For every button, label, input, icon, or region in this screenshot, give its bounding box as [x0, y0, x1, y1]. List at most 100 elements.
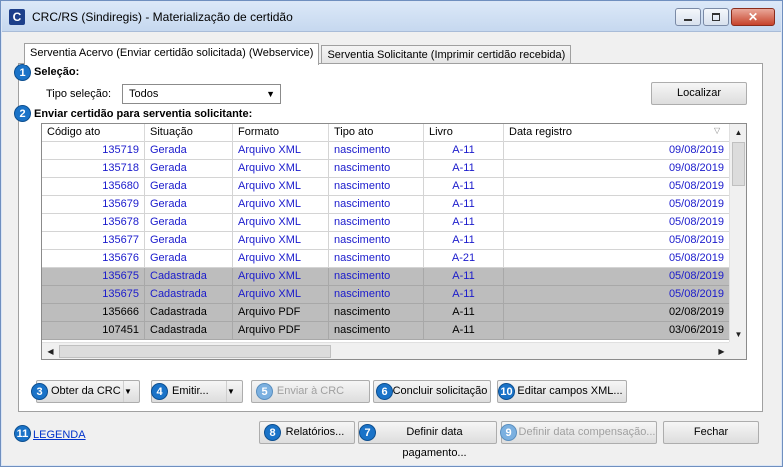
column-header[interactable]: Tipo ato: [329, 124, 424, 142]
column-header[interactable]: Livro: [424, 124, 504, 142]
cell-livro: A-11: [424, 196, 504, 214]
editar-campos-xml-button[interactable]: Editar campos XML...: [497, 380, 627, 403]
cell-livro: A-11: [424, 286, 504, 304]
table-row[interactable]: 135679 Gerada Arquivo XML nascimento A-11 05/…: [42, 196, 730, 214]
cell-formato: Arquivo XML: [233, 142, 329, 160]
column-header[interactable]: Data registro: [504, 124, 730, 142]
table-row[interactable]: 135678 Gerada Arquivo XML nascimento A-11 05/…: [42, 214, 730, 232]
cell-tipo-ato: nascimento: [329, 304, 424, 322]
chevron-down-icon: ▼: [266, 89, 275, 99]
cell-codigo-ato: 107451: [42, 322, 145, 340]
cell-tipo-ato: nascimento: [329, 160, 424, 178]
badge-1: 1: [14, 64, 31, 81]
minimize-button[interactable]: [675, 8, 701, 26]
cell-formato: Arquivo XML: [233, 196, 329, 214]
vertical-scrollbar[interactable]: ▲ ▼: [729, 124, 746, 343]
cell-data-registro: 03/06/2019: [504, 322, 730, 340]
table-row[interactable]: 135680 Gerada Arquivo XML nascimento A-11 05/…: [42, 178, 730, 196]
legenda-link[interactable]: LEGENDA: [33, 429, 86, 441]
cell-tipo-ato: nascimento: [329, 268, 424, 286]
badge-11: 11: [14, 425, 31, 442]
table-row[interactable]: 135719 Gerada Arquivo XML nascimento A-11 09/…: [42, 142, 730, 160]
horizontal-scrollbar[interactable]: ◀ ▶: [42, 342, 730, 359]
column-header[interactable]: Situação: [145, 124, 233, 142]
tipo-selecao-label: Tipo seleção:: [46, 88, 112, 100]
cell-data-registro: 05/08/2019: [504, 268, 730, 286]
cell-codigo-ato: 135677: [42, 232, 145, 250]
cell-situacao: Cadastrada: [145, 268, 233, 286]
scroll-thumb[interactable]: [732, 142, 745, 186]
cell-tipo-ato: nascimento: [329, 322, 424, 340]
scroll-thumb[interactable]: [59, 345, 331, 358]
close-icon: ✕: [747, 10, 759, 24]
badge-2: 2: [14, 105, 31, 122]
certidoes-grid[interactable]: Código ato Situação Formato Tipo ato Liv…: [41, 123, 747, 360]
definir-data-compensacao-button[interactable]: Definir data compensação...: [501, 421, 657, 444]
enviar-label: Enviar certidão para serventia solicitan…: [34, 108, 253, 120]
maximize-icon: [712, 13, 720, 21]
column-header[interactable]: Código ato: [42, 124, 145, 142]
relatorios-label: Relatórios...: [285, 426, 345, 438]
tab-serventia-acervo[interactable]: Serventia Acervo (Enviar certidão solici…: [24, 43, 320, 65]
cell-tipo-ato: nascimento: [329, 214, 424, 232]
chevron-down-icon[interactable]: ▼: [226, 381, 242, 402]
fechar-label: Fechar: [693, 426, 729, 438]
scroll-right-icon[interactable]: ▶: [713, 343, 730, 359]
chevron-down-icon[interactable]: ▼: [123, 381, 139, 402]
cell-livro: A-11: [424, 232, 504, 250]
grid-header: Código ato Situação Formato Tipo ato Liv…: [42, 124, 730, 142]
cell-situacao: Gerada: [145, 178, 233, 196]
cell-situacao: Gerada: [145, 232, 233, 250]
badge-3: 3: [31, 383, 48, 400]
definir-data-compensacao-label: Definir data compensação...: [518, 426, 656, 438]
cell-codigo-ato: 135719: [42, 142, 145, 160]
table-row[interactable]: 107451 Cadastrada Arquivo PDF nascimento A-1…: [42, 322, 730, 340]
main-window: C CRC/RS (Sindiregis) - Materialização d…: [0, 0, 783, 467]
cell-data-registro: 05/08/2019: [504, 286, 730, 304]
localizar-button[interactable]: Localizar: [651, 82, 747, 105]
badge-7: 7: [359, 424, 376, 441]
title-bar[interactable]: C CRC/RS (Sindiregis) - Materialização d…: [2, 2, 781, 32]
scroll-up-icon[interactable]: ▲: [730, 124, 746, 141]
tipo-selecao-value: Todos: [129, 88, 159, 100]
table-row[interactable]: 135718 Gerada Arquivo XML nascimento A-11 09/…: [42, 160, 730, 178]
cell-data-registro: 05/08/2019: [504, 196, 730, 214]
table-row[interactable]: 135666 Cadastrada Arquivo PDF nascimento A-1…: [42, 304, 730, 322]
table-row[interactable]: 135676 Gerada Arquivo XML nascimento A-21 05/…: [42, 250, 730, 268]
definir-data-pagamento-button[interactable]: Definir data pagamento...: [358, 421, 497, 459]
maximize-button[interactable]: [703, 8, 729, 26]
cell-tipo-ato: nascimento: [329, 286, 424, 304]
cell-data-registro: 05/08/2019: [504, 250, 730, 268]
scroll-down-icon[interactable]: ▼: [730, 326, 746, 343]
table-row[interactable]: 135675 Cadastrada Arquivo XML nascimento A-1…: [42, 268, 730, 286]
cell-data-registro: 02/08/2019: [504, 304, 730, 322]
cell-situacao: Gerada: [145, 142, 233, 160]
cell-formato: Arquivo PDF: [233, 304, 329, 322]
tipo-selecao-select[interactable]: Todos ▼: [122, 84, 281, 104]
cell-formato: Arquivo PDF: [233, 322, 329, 340]
cell-formato: Arquivo XML: [233, 286, 329, 304]
concluir-solicitacao-label: Concluir solicitação: [392, 385, 488, 397]
cell-tipo-ato: nascimento: [329, 232, 424, 250]
cell-formato: Arquivo XML: [233, 268, 329, 286]
table-row[interactable]: 135675 Cadastrada Arquivo XML nascimento A-1…: [42, 286, 730, 304]
cell-data-registro: 09/08/2019: [504, 160, 730, 178]
scroll-left-icon[interactable]: ◀: [42, 343, 59, 359]
badge-5: 5: [256, 383, 273, 400]
fechar-button[interactable]: Fechar: [663, 421, 759, 444]
cell-formato: Arquivo XML: [233, 214, 329, 232]
divider: [285, 115, 747, 116]
divider: [41, 372, 747, 373]
cell-formato: Arquivo XML: [233, 250, 329, 268]
cell-tipo-ato: nascimento: [329, 196, 424, 214]
obter-crc-button[interactable]: Obter da CRC ▼: [36, 380, 140, 403]
app-icon: C: [9, 9, 25, 25]
tab-serventia-solicitante[interactable]: Serventia Solicitante (Imprimir certidão…: [321, 45, 572, 65]
obter-crc-label: Obter da CRC: [51, 385, 121, 397]
definir-data-pagamento-label: Definir data pagamento...: [402, 426, 467, 459]
close-button[interactable]: ✕: [731, 8, 775, 26]
table-row[interactable]: 135677 Gerada Arquivo XML nascimento A-11 05/…: [42, 232, 730, 250]
cell-situacao: Cadastrada: [145, 322, 233, 340]
cell-codigo-ato: 135666: [42, 304, 145, 322]
column-header[interactable]: Formato: [233, 124, 329, 142]
